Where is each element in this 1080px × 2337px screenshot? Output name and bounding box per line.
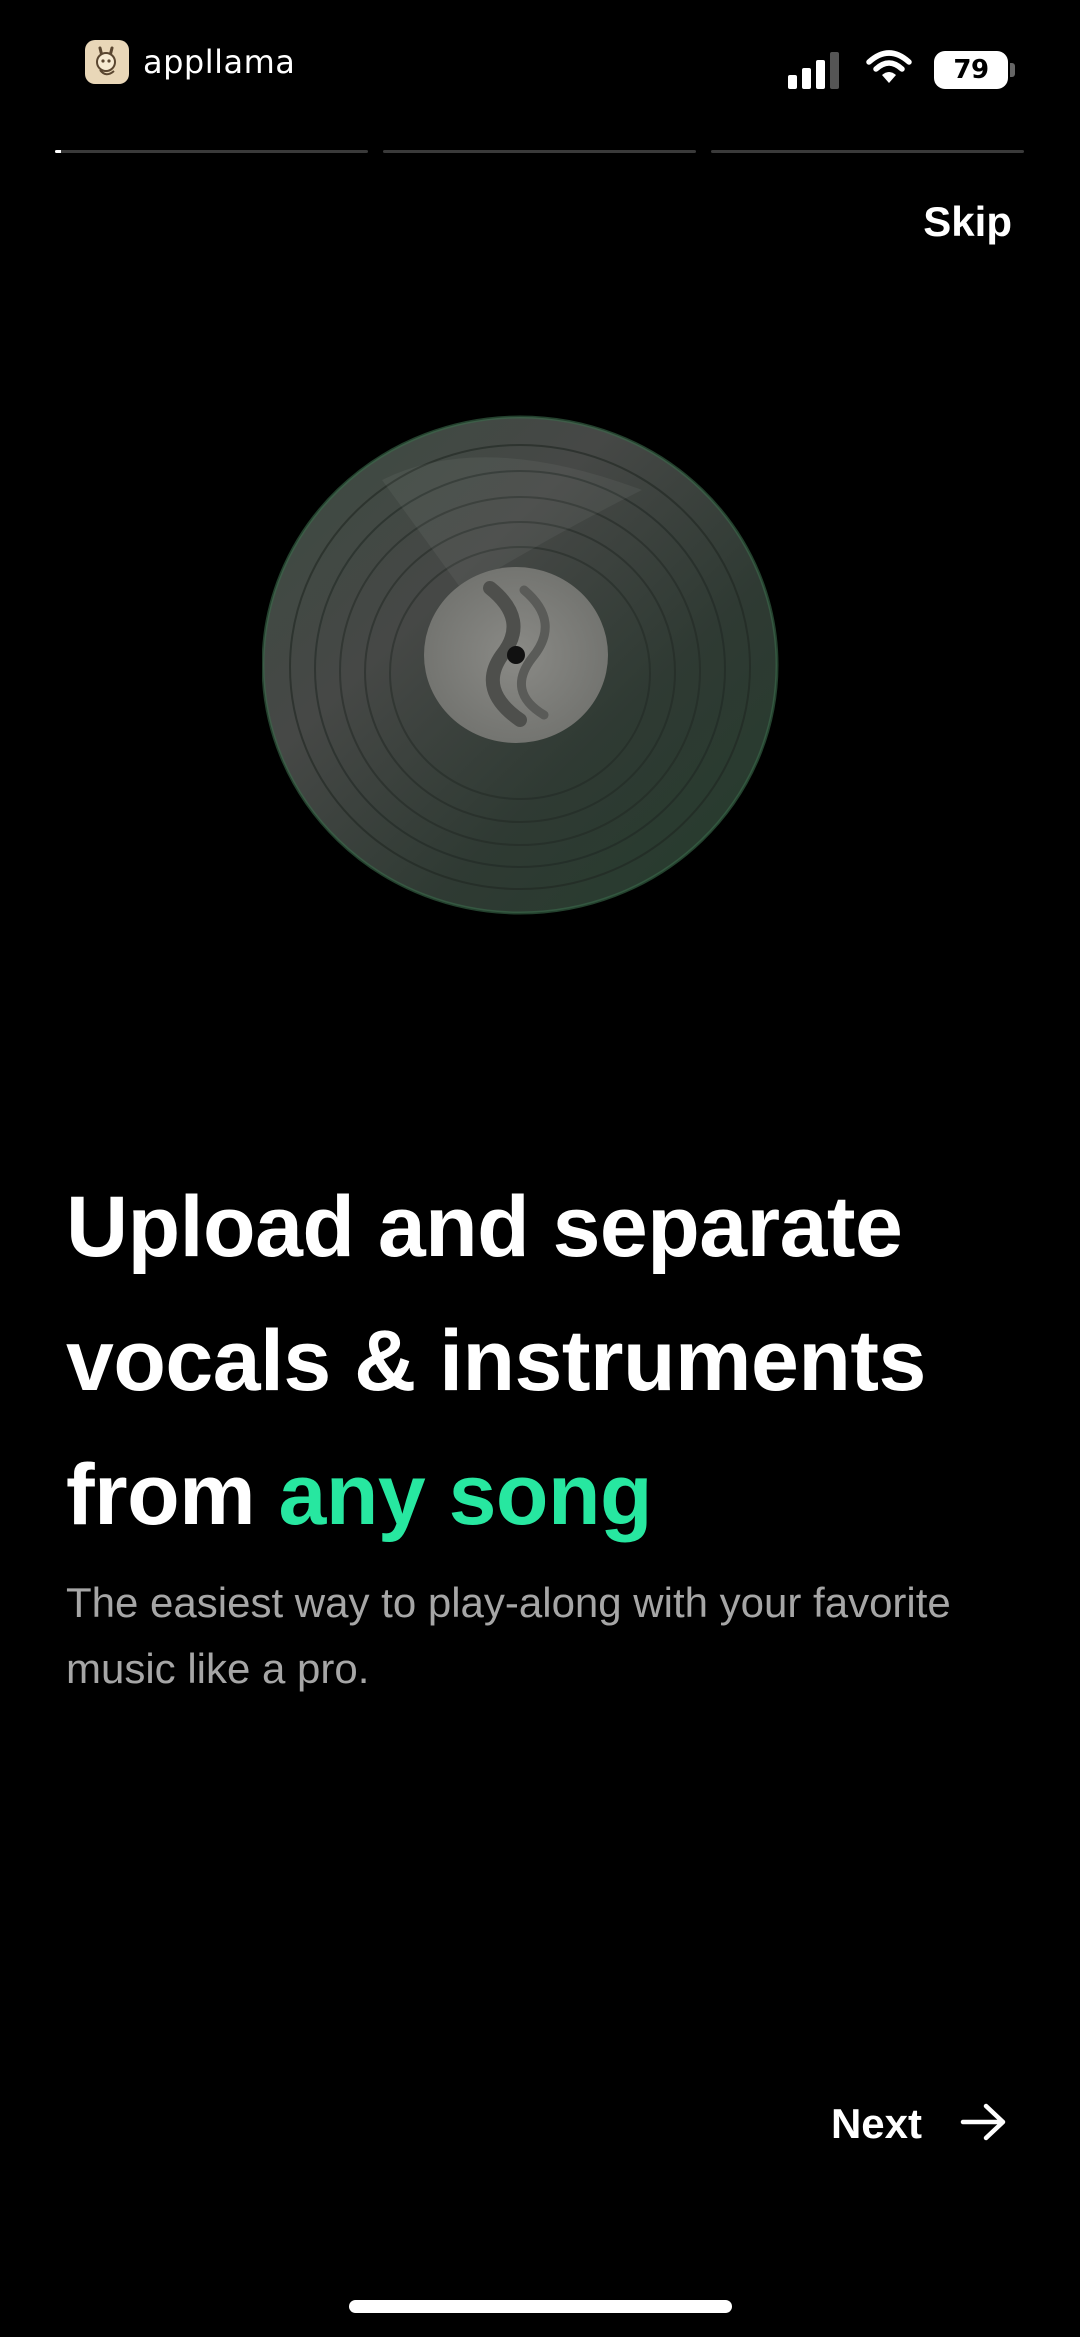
arrow-right-icon [960,2102,1008,2146]
onboarding-screen: appllama 79 Skip Upload and separate voc… [0,0,1080,2337]
skip-button[interactable]: Skip [923,198,1012,246]
vinyl-record-icon [261,410,782,920]
headline-prefix: from [66,1447,279,1543]
headline-line: vocals & instruments [66,1313,926,1409]
battery-tip [1010,63,1015,77]
onboarding-subtitle: The easiest way to play-along with your … [66,1579,951,1692]
progress-segment [383,150,696,153]
home-indicator[interactable] [349,2300,732,2313]
status-bar: appllama 79 [0,0,1080,140]
onboarding-progress [55,150,1025,154]
battery-level: 79 [953,55,989,85]
headline-line: from any song [66,1428,1026,1562]
onboarding-headline: Upload and separate vocals & instruments… [66,1160,1026,1562]
llama-icon [85,40,129,84]
app-name: appllama [143,43,296,81]
cellular-signal-icon [788,51,844,89]
next-button[interactable]: Next [831,2100,1008,2148]
progress-segment-fill [55,150,62,153]
brand: appllama [85,40,295,84]
progress-segment [711,150,1024,153]
next-label: Next [830,2100,922,2147]
wifi-icon [866,50,912,90]
progress-segment [55,150,368,153]
status-indicators: 79 [788,50,1015,90]
headline-line: Upload and separate [66,1179,903,1275]
headline-highlight: any song [278,1447,653,1543]
battery-icon: 79 [934,51,1015,89]
